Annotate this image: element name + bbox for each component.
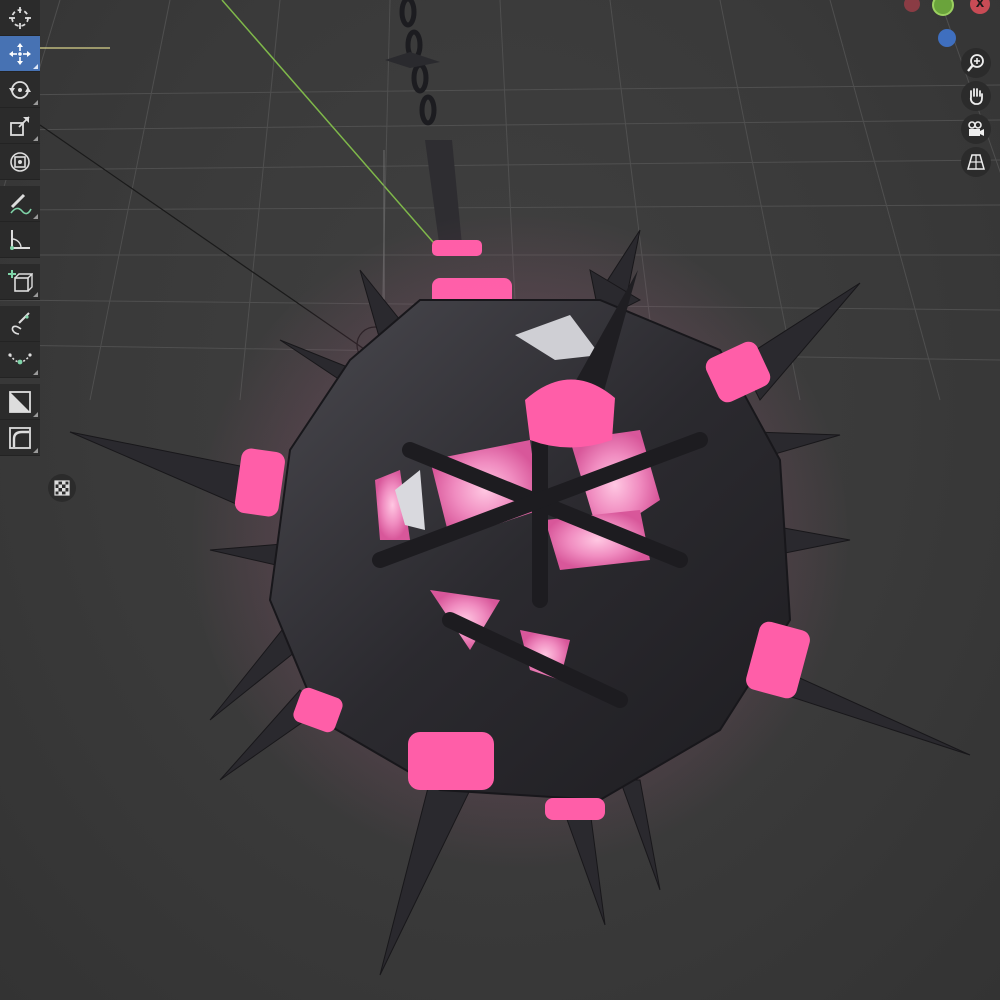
curve-pen-icon [8, 352, 32, 364]
curve-draw-icon [11, 311, 30, 335]
cursor-icon [9, 6, 31, 29]
tool-move[interactable] [0, 36, 40, 72]
camera-view-button[interactable] [961, 114, 991, 144]
tool-extrude[interactable] [0, 384, 40, 420]
tool-curve-draw[interactable] [0, 306, 40, 342]
3d-viewport[interactable]: X [0, 0, 1000, 1000]
add-cube-icon [8, 269, 33, 292]
tool-bevel[interactable] [0, 420, 40, 456]
extrude-icon [9, 390, 31, 413]
tool-add-cube[interactable] [0, 264, 40, 300]
scene-canvas[interactable] [0, 0, 1000, 1000]
tool-cursor[interactable] [0, 0, 40, 36]
measure-icon [10, 229, 30, 250]
transform-icon [10, 151, 30, 172]
zoom-button[interactable] [961, 48, 991, 78]
move-icon [9, 42, 31, 65]
tool-annotate[interactable] [0, 186, 40, 222]
tool-shelf [0, 0, 42, 456]
annotate-icon [10, 193, 32, 214]
scale-icon [10, 115, 30, 136]
checker-icon [54, 480, 70, 496]
camera-icon [968, 121, 984, 136]
chain-spike [385, 52, 440, 68]
bevel-icon [9, 426, 31, 449]
checker-toggle-button[interactable] [48, 474, 76, 502]
hand-pan-icon [969, 88, 983, 105]
perspective-grid-icon [967, 154, 985, 170]
rotate-icon [9, 80, 31, 99]
tool-transform[interactable] [0, 144, 40, 180]
pan-button[interactable] [961, 81, 991, 111]
gizmo-z-dot[interactable] [938, 29, 956, 47]
tool-measure[interactable] [0, 222, 40, 258]
zoom-icon [967, 54, 984, 72]
tool-rotate[interactable] [0, 72, 40, 108]
tool-scale[interactable] [0, 108, 40, 144]
perspective-toggle-button[interactable] [961, 147, 991, 177]
tool-curve-pen[interactable] [0, 342, 40, 378]
